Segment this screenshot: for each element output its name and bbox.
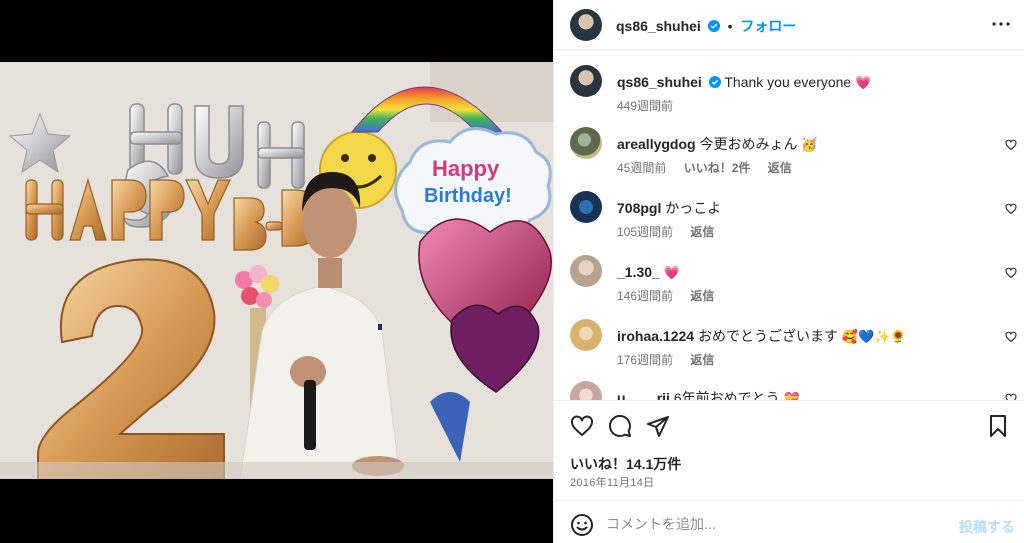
reply-button[interactable]: 返信 — [690, 225, 714, 239]
comment-username[interactable]: areallygdog — [617, 136, 696, 152]
caption-text: Thank you everyone — [724, 74, 852, 90]
likes-count[interactable]: いいね！14.1万件 — [570, 454, 681, 474]
reply-button[interactable]: 返信 — [690, 353, 714, 367]
caption-username[interactable]: qs86_shuhei — [617, 74, 702, 90]
comment-time[interactable]: 105週間前 — [617, 225, 673, 239]
photo-illustration: Happy Birthday! — [0, 62, 553, 479]
comment-item: u____rii 6年前おめでとう 💝 — [554, 381, 1024, 401]
comment-like-heart-icon[interactable] — [1005, 267, 1017, 279]
comment-item: areallygdog 今更おめみょん 🥳 45週間前 いいね！2件 返信 — [554, 127, 1024, 181]
comment-like-heart-icon[interactable] — [1005, 203, 1017, 215]
comment-input[interactable] — [606, 511, 946, 537]
comment-time[interactable]: 146週間前 — [617, 289, 673, 303]
follow-button[interactable]: フォロー — [740, 18, 796, 34]
caption: qs86_shuhei Thank you everyone 💗 449週間前 — [554, 65, 1024, 115]
comment-username[interactable]: _1.30_ — [617, 264, 660, 280]
post-date[interactable]: 2016年11月14日 — [570, 474, 654, 490]
comment-icon[interactable] — [608, 414, 632, 438]
heart-icon[interactable] — [570, 414, 594, 438]
comment-text: かっこよ — [665, 200, 722, 216]
comment-emoji: 🥳 — [801, 137, 818, 152]
balloon-birthday-text: Birthday! — [424, 185, 512, 207]
comment-like-heart-icon[interactable] — [1005, 139, 1017, 151]
comment-avatar[interactable] — [570, 255, 602, 287]
comment-emoji: 🥰💙✨🌻 — [841, 329, 907, 344]
comment-username[interactable]: irohaa.1224 — [617, 328, 694, 344]
verified-badge-icon — [707, 20, 720, 32]
comment-avatar[interactable] — [570, 127, 602, 159]
comment-text: 今更おめみょん — [699, 136, 798, 152]
comment-likes[interactable]: いいね！2件 — [684, 161, 751, 175]
author-avatar[interactable] — [570, 9, 602, 41]
post-actions: いいね！14.1万件 2016年11月14日 — [554, 400, 1024, 500]
caption-time[interactable]: 449週間前 — [617, 99, 673, 113]
post-media[interactable]: Happy Birthday! — [0, 0, 553, 543]
balloon-happy-text: Happy — [432, 156, 500, 181]
post-side-panel: qs86_shuhei • フォロー qs86_shuhei Thank you… — [553, 0, 1024, 543]
comment-text: おめでとうございます — [697, 328, 838, 344]
comment-username[interactable]: 708pgl — [617, 200, 661, 216]
post-comment-button[interactable]: 投稿する — [959, 517, 1015, 537]
paper-plane-icon[interactable] — [646, 414, 670, 438]
reply-button[interactable]: 返信 — [768, 161, 792, 175]
verified-badge-icon — [708, 76, 721, 88]
comment-avatar[interactable] — [570, 319, 602, 351]
comment-avatar[interactable] — [570, 381, 602, 401]
comment-emoji: 💗 — [663, 265, 680, 280]
comment-time[interactable]: 176週間前 — [617, 353, 673, 367]
reply-button[interactable]: 返信 — [690, 289, 714, 303]
comment-item: irohaa.1224 おめでとうございます 🥰💙✨🌻 176週間前 返信 — [554, 319, 1024, 373]
comment-item: _1.30_ 💗 146週間前 返信 — [554, 255, 1024, 309]
caption-avatar[interactable] — [570, 65, 602, 97]
separator-dot: • — [727, 18, 733, 34]
author-username[interactable]: qs86_shuhei — [616, 18, 701, 34]
comment-composer: 投稿する — [554, 500, 1024, 543]
comment-item: 708pgl かっこよ 105週間前 返信 — [554, 191, 1024, 245]
bookmark-icon[interactable] — [986, 414, 1010, 438]
caption-emoji: 💗 — [855, 75, 872, 90]
more-options-icon[interactable] — [989, 12, 1013, 36]
post-header: qs86_shuhei • フォロー — [554, 0, 1024, 50]
comment-like-heart-icon[interactable] — [1005, 331, 1017, 343]
comment-avatar[interactable] — [570, 191, 602, 223]
emoji-face-icon[interactable] — [570, 513, 594, 537]
post-photo: Happy Birthday! — [0, 62, 553, 479]
comment-time[interactable]: 45週間前 — [617, 161, 666, 175]
comments-list[interactable]: qs86_shuhei Thank you everyone 💗 449週間前 … — [554, 51, 1024, 401]
